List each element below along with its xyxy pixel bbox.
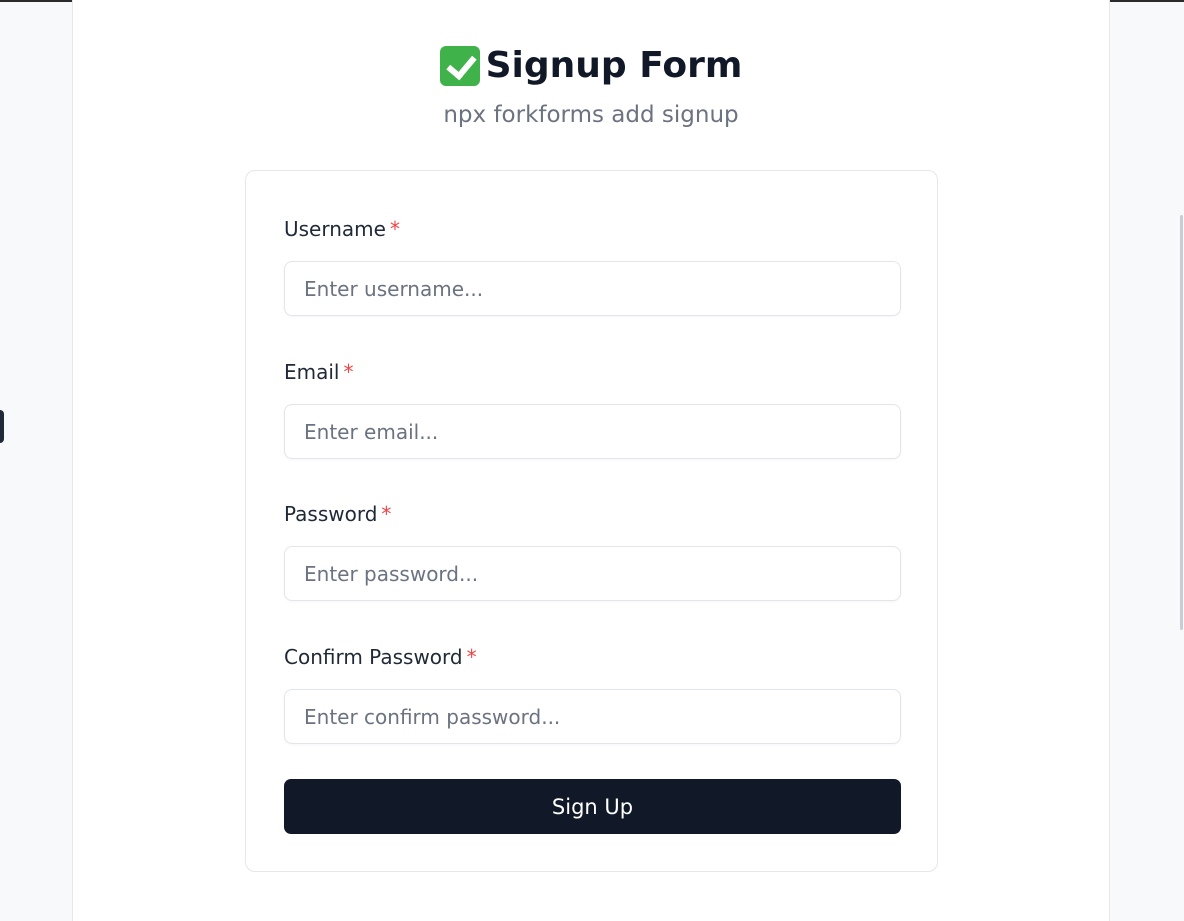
- check-mark-icon: [439, 46, 480, 86]
- password-input[interactable]: [284, 546, 901, 601]
- scrollbar-thumb[interactable]: [1180, 215, 1183, 630]
- side-panel-handle[interactable]: [0, 410, 4, 443]
- page-subtitle: npx forkforms add signup: [443, 102, 739, 128]
- username-input[interactable]: [284, 261, 901, 316]
- confirm-password-label: Confirm Password *: [284, 643, 901, 671]
- page-header: Signup Form npx forkforms add signup: [72, 38, 1110, 132]
- required-marker: *: [343, 360, 354, 384]
- password-label: Password *: [284, 500, 901, 528]
- confirm-password-field-group: Confirm Password *: [284, 643, 901, 744]
- page-title: Signup Form: [439, 38, 743, 94]
- page-title-text: Signup Form: [485, 45, 743, 86]
- required-marker: *: [466, 645, 477, 669]
- signup-form-card: Username* Email* Password* Confirm Passw…: [245, 170, 938, 872]
- username-label-text: Username: [284, 217, 386, 241]
- email-input[interactable]: [284, 404, 901, 459]
- username-field-group: Username *: [284, 215, 901, 316]
- password-field-group: Password *: [284, 500, 901, 601]
- confirm-password-label-text: Confirm Password: [284, 645, 463, 669]
- required-marker: *: [389, 217, 400, 241]
- email-label-text: Email: [284, 360, 340, 384]
- email-field-group: Email *: [284, 358, 901, 459]
- password-label-text: Password: [284, 502, 378, 526]
- sign-up-button[interactable]: Sign Up: [284, 779, 901, 834]
- confirm-password-input[interactable]: [284, 689, 901, 744]
- username-label: Username *: [284, 215, 901, 243]
- email-label: Email *: [284, 358, 901, 386]
- required-marker: *: [381, 502, 392, 526]
